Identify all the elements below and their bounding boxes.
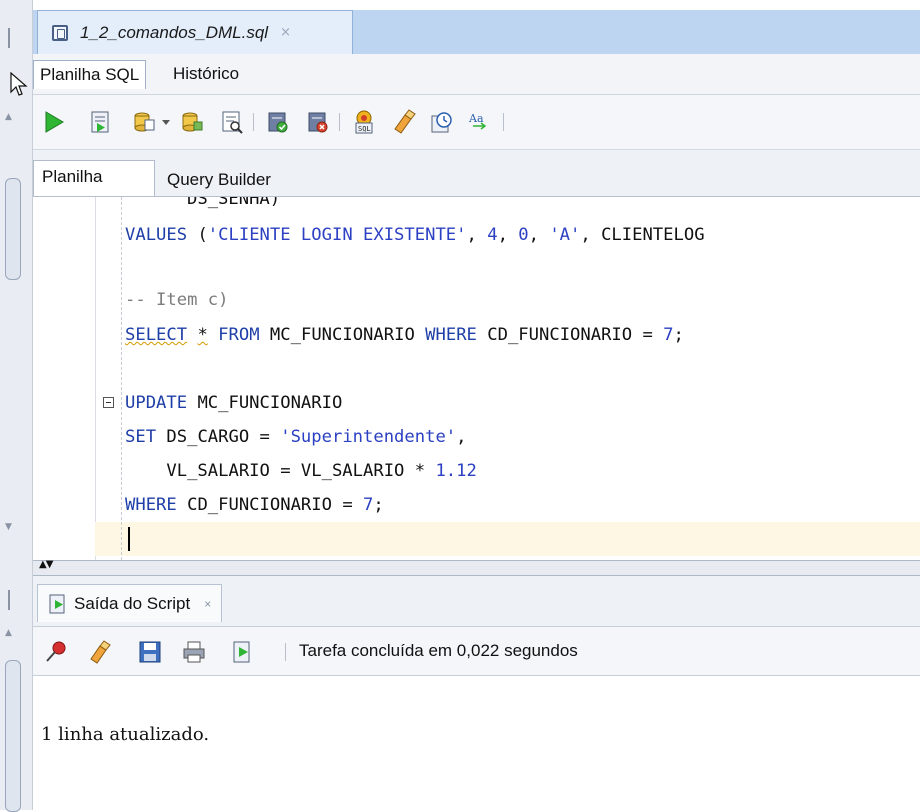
code-text: SELECT * FROM MC_FUNCIONARIO WHERE CD_FU…: [125, 325, 684, 345]
output-toolbar: Tarefa concluída em 0,022 segundos: [33, 627, 920, 676]
collapse-block-icon[interactable]: [103, 397, 114, 408]
code-line: VL_SALARIO = VL_SALARIO * 1.12: [125, 455, 477, 487]
code-line: DS_SENHA): [125, 197, 280, 215]
toolbar-separator: [503, 113, 504, 131]
fold-guide: [121, 197, 122, 560]
script-output-tab-label: Saída do Script: [74, 593, 191, 613]
text-cursor: [128, 527, 130, 551]
mouse-pointer-icon: [10, 72, 28, 96]
format-sql-icon[interactable]: SQL: [351, 109, 377, 135]
tab-planilha[interactable]: Planilha: [33, 160, 155, 196]
run-script-icon[interactable]: [229, 639, 255, 665]
editor-line-gutter: [33, 197, 96, 560]
toolbar-separator: [253, 113, 254, 131]
script-output-icon: [49, 594, 65, 613]
svg-text:SQL: SQL: [358, 125, 371, 133]
code-text: SET DS_CARGO = 'Superintendente',: [125, 427, 467, 447]
sql-tuning-icon[interactable]: [305, 109, 331, 135]
output-tab-bar: Saída do Script ×: [33, 576, 920, 627]
sql-subtabs: Planilha SQL Histórico: [33, 54, 920, 95]
close-tab-icon[interactable]: ×: [204, 597, 211, 611]
code-text: UPDATE MC_FUNCIONARIO: [125, 393, 343, 413]
save-icon[interactable]: [137, 639, 163, 665]
tab-query-builder[interactable]: Query Builder: [167, 170, 271, 190]
file-tab-bar: 1_2_comandos_DML.sql ×: [33, 10, 920, 54]
vertical-scrollbar-thumb[interactable]: [5, 178, 21, 280]
toolbar-separator: [285, 643, 286, 661]
scroll-down-arrow-icon[interactable]: ▼: [5, 522, 12, 532]
code-area[interactable]: DS_SENHA) VALUES ('CLIENTE LOGIN EXISTEN…: [125, 197, 705, 515]
scroll-up-arrow-icon[interactable]: ▲: [5, 112, 12, 122]
rollback-icon[interactable]: [179, 109, 205, 135]
history-icon[interactable]: [429, 109, 455, 135]
run-script-icon[interactable]: [87, 109, 113, 135]
autotrace-icon[interactable]: [265, 109, 291, 135]
splitter-arrows-icon[interactable]: ▲▼: [39, 559, 53, 570]
explain-plan-icon[interactable]: [219, 109, 245, 135]
scroll-up-arrow-icon[interactable]: ▲: [5, 628, 12, 638]
code-line: VALUES ('CLIENTE LOGIN EXISTENTE', 4, 0,…: [125, 219, 705, 251]
code-text: VL_SALARIO = VL_SALARIO * 1.12: [125, 461, 477, 481]
uppercase-lowercase-icon[interactable]: Aa: [467, 109, 493, 135]
code-comment: -- Item c): [125, 290, 229, 310]
task-status-text: Tarefa concluída em 0,022 segundos: [299, 641, 578, 660]
print-icon[interactable]: [181, 639, 207, 665]
frame-divider: [8, 590, 10, 610]
frame-divider: [8, 28, 10, 48]
code-text: VALUES ('CLIENTE LOGIN EXISTENTE', 4, 0,…: [125, 225, 705, 245]
close-tab-icon[interactable]: ×: [280, 25, 291, 40]
code-line: SELECT * FROM MC_FUNCIONARIO WHERE CD_FU…: [125, 319, 684, 351]
sql-developer-window: 1_2_comandos_DML.sql × Planilha SQL Hist…: [33, 0, 920, 810]
panel-splitter[interactable]: ▲▼: [33, 559, 920, 576]
run-statement-icon[interactable]: [41, 109, 67, 135]
tab-historico[interactable]: Histórico: [167, 60, 245, 88]
pin-icon[interactable]: [43, 639, 69, 665]
eraser-icon[interactable]: [87, 639, 113, 665]
tab-sql-file[interactable]: 1_2_comandos_DML.sql ×: [37, 10, 353, 54]
editor-mode-tabs: Planilha Query Builder: [33, 150, 920, 197]
code-line: -- Item c): [125, 284, 228, 316]
code-text: DS_SENHA): [187, 197, 281, 209]
worksheet-toolbar: SQL Aa: [33, 95, 920, 150]
toolbar-separator: [339, 113, 340, 131]
script-output-body[interactable]: 1 linha atualizado.: [33, 676, 920, 810]
commit-icon[interactable]: [131, 109, 157, 135]
left-frame: ▲ ▼ ▲: [0, 0, 33, 812]
sql-file-icon: [52, 24, 68, 41]
file-tab-title: 1_2_comandos_DML.sql: [80, 22, 269, 42]
current-line-highlight: [95, 522, 920, 556]
code-text: WHERE CD_FUNCIONARIO = 7;: [125, 495, 384, 515]
code-line: WHERE CD_FUNCIONARIO = 7;: [125, 489, 384, 521]
tab-planilha-sql[interactable]: Planilha SQL: [33, 60, 147, 89]
script-output-result: 1 linha atualizado.: [41, 724, 210, 745]
code-line: SET DS_CARGO = 'Superintendente',: [125, 421, 467, 453]
sql-editor[interactable]: DS_SENHA) VALUES ('CLIENTE LOGIN EXISTEN…: [33, 197, 920, 560]
clear-icon[interactable]: [391, 109, 417, 135]
dropdown-arrow-icon[interactable]: [159, 109, 173, 135]
code-line: UPDATE MC_FUNCIONARIO: [125, 387, 342, 419]
top-strip: [33, 0, 920, 10]
vertical-scrollbar-thumb[interactable]: [5, 660, 21, 812]
tab-script-output[interactable]: Saída do Script ×: [37, 584, 223, 622]
